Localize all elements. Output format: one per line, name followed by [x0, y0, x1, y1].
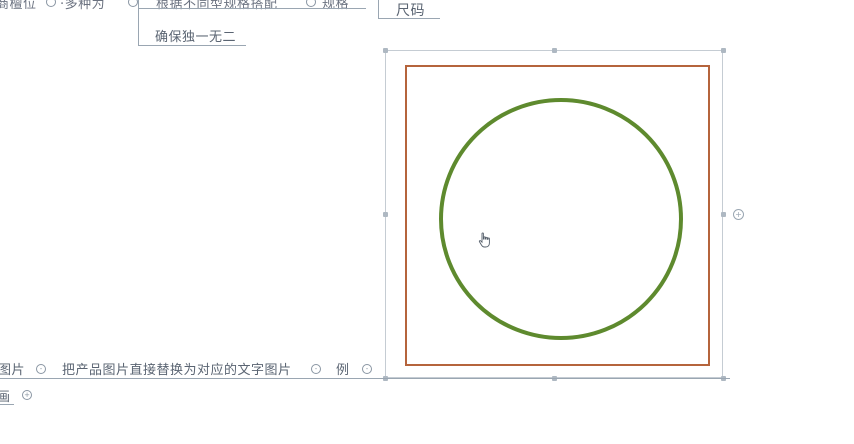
resize-handle[interactable]: [383, 212, 388, 217]
bottom-node-fragment[interactable]: 图片: [0, 359, 25, 378]
collapse-toggle-icon[interactable]: [128, 0, 138, 7]
add-node-icon[interactable]: +: [733, 209, 744, 220]
collapse-toggle-icon[interactable]: -: [311, 364, 321, 374]
resize-handle[interactable]: [721, 212, 726, 217]
top-node-fragment-3[interactable]: 根据不同型规格搭配: [156, 0, 278, 12]
replace-with-text-image-node[interactable]: 把产品图片直接替换为对应的文字图片: [62, 359, 292, 378]
branch-connector: [0, 378, 730, 379]
branch-connector: [0, 404, 14, 405]
branch-connector: [138, 8, 366, 9]
image-node-picture: [405, 65, 710, 366]
example-node[interactable]: 例: [336, 359, 350, 378]
hand-pointer-icon: [478, 232, 490, 248]
collapse-toggle-icon[interactable]: -: [362, 364, 372, 374]
collapse-toggle-icon[interactable]: [306, 0, 316, 7]
collapse-toggle-icon[interactable]: [46, 0, 56, 7]
top-node-fragment-4[interactable]: 规格: [322, 0, 349, 12]
bottom-left-fragment[interactable]: 画: [0, 386, 11, 405]
resize-handle[interactable]: [383, 48, 388, 53]
mindmap-canvas[interactable]: 商檀位 ·多种为 根据不同型规格搭配 规格 尺码 确保独一无二 + 图片 - 把…: [0, 0, 854, 444]
branch-connector: [138, 0, 139, 46]
unique-node[interactable]: 确保独一无二: [155, 26, 236, 45]
branch-connector: [138, 45, 246, 46]
top-node-fragment-1[interactable]: 商檀位: [0, 0, 37, 12]
circle-outline: [439, 98, 683, 340]
resize-handle[interactable]: [552, 48, 557, 53]
top-node-fragment-2[interactable]: ·多种为: [60, 0, 105, 12]
branch-connector: [378, 0, 379, 18]
size-node[interactable]: 尺码: [396, 0, 425, 20]
collapse-toggle-icon[interactable]: -: [36, 364, 46, 374]
resize-handle[interactable]: [721, 48, 726, 53]
collapse-toggle-icon[interactable]: +: [22, 390, 32, 400]
square-outline: [405, 65, 710, 366]
